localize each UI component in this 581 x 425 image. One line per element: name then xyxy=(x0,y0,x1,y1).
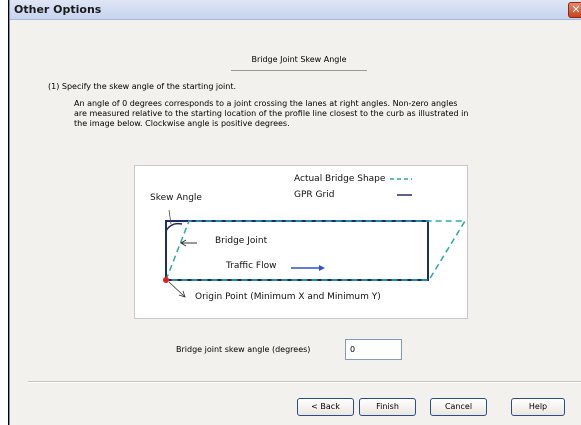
skew-angle-diagram: Actual Bridge Shape GPR Grid Skew Angle … xyxy=(134,165,468,319)
background-window-edge xyxy=(0,0,9,425)
skew-angle-label: Skew Angle xyxy=(150,193,202,203)
origin-point-label: Origin Point (Minimum X and Minimum Y) xyxy=(195,292,381,302)
traffic-flow-label: Traffic Flow xyxy=(226,261,277,271)
origin-point-marker xyxy=(163,277,169,283)
skew-angle-field-label: Bridge joint skew angle (degrees) xyxy=(176,345,311,354)
section-heading: Bridge Joint Skew Angle xyxy=(231,52,367,71)
origin-pointer xyxy=(168,281,186,298)
gpr-grid-rectangle xyxy=(165,220,429,281)
cancel-button[interactable]: Cancel xyxy=(430,398,487,416)
description-text: An angle of 0 degrees corresponds to a j… xyxy=(74,99,544,129)
actual-bridge-shape xyxy=(164,220,467,281)
description-line: the image below. Clockwise angle is posi… xyxy=(74,119,290,128)
skew-angle-arc xyxy=(165,222,183,232)
step-instruction: (1) Specify the skew angle of the starti… xyxy=(48,82,237,91)
window-title: Other Options xyxy=(14,3,102,16)
footer-separator-highlight xyxy=(28,382,581,383)
legend-actual-bridge-label: Actual Bridge Shape xyxy=(294,174,386,184)
back-button[interactable]: < Back xyxy=(297,398,354,416)
skew-angle-input[interactable]: 0 xyxy=(345,339,402,360)
finish-button[interactable]: Finish xyxy=(359,398,416,416)
bridge-joint-label: Bridge Joint xyxy=(215,236,268,246)
close-icon[interactable]: ✕ xyxy=(568,2,581,18)
legend-gpr-grid-label: GPR Grid xyxy=(294,190,335,200)
help-button[interactable]: Help xyxy=(511,398,565,416)
title-bar: Other Options ✕ xyxy=(10,0,581,20)
description-line: An angle of 0 degrees corresponds to a j… xyxy=(74,99,458,108)
dialog-window: Other Options ✕ Bridge Joint Skew Angle … xyxy=(9,0,581,425)
description-line: are measured relative to the starting lo… xyxy=(74,109,469,118)
